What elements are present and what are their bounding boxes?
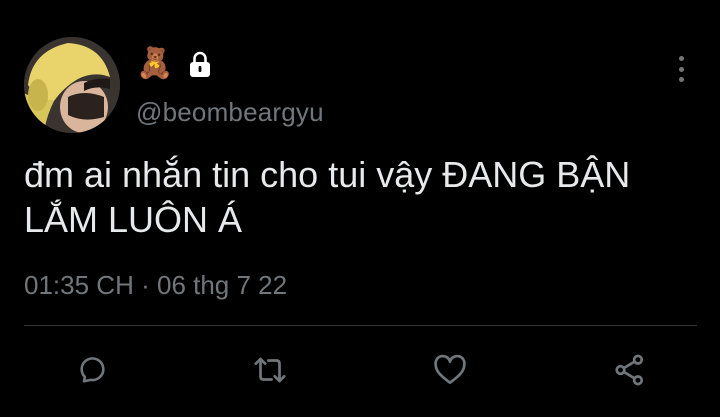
dot (678, 66, 684, 72)
tweet-time: 01:35 CH (24, 270, 134, 300)
retweet-button[interactable] (250, 350, 290, 390)
share-button[interactable] (610, 350, 650, 390)
reply-icon (80, 357, 105, 383)
tweet-text: đm ai nhắn tin cho tui vậy ĐANG BẬN LẮM … (24, 154, 631, 240)
display-name: 🧸 (136, 46, 215, 82)
reply-button[interactable] (70, 350, 110, 390)
tweet-date: 06 thg 7 22 (156, 270, 288, 300)
more-vertical-icon[interactable] (670, 56, 692, 82)
user-handle[interactable]: @beombeargyu (136, 97, 324, 128)
meta-separator: · (141, 270, 150, 300)
divider (24, 325, 697, 326)
avatar-image (24, 37, 120, 133)
teddy-bear-emoji: 🧸 (136, 46, 174, 81)
share-icon (615, 354, 644, 386)
retweet-icon (254, 357, 286, 383)
like-icon (434, 354, 466, 385)
lock-icon (190, 51, 211, 77)
avatar[interactable] (24, 37, 120, 133)
like-button[interactable] (430, 350, 470, 390)
dot (678, 56, 684, 61)
tweet-timestamp[interactable]: 01:35 CH · 06 thg 7 22 (24, 270, 287, 301)
dot (678, 77, 684, 82)
